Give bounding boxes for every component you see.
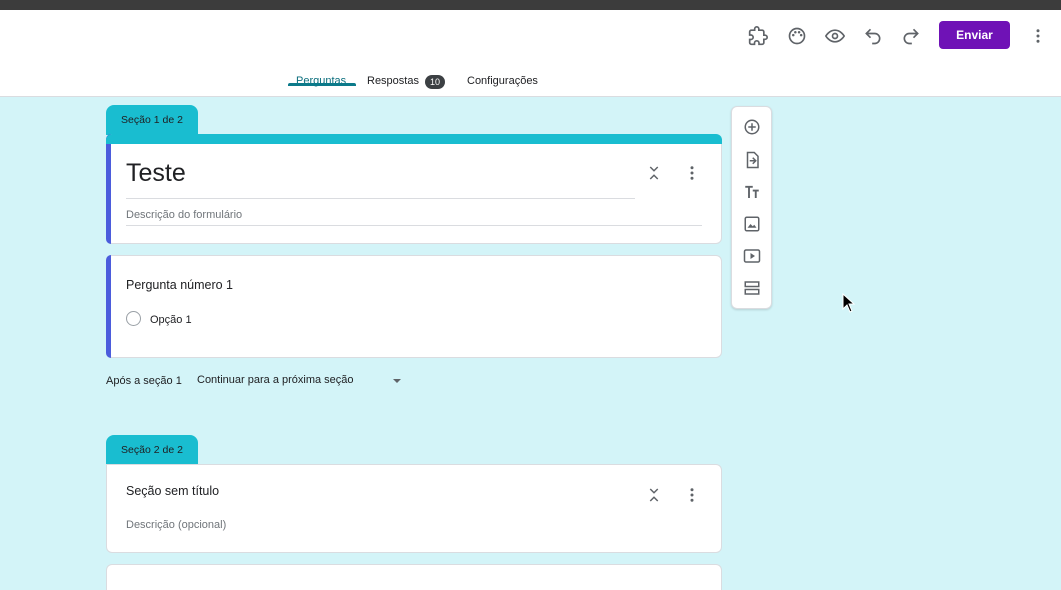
title-card-top-bar [106, 134, 722, 144]
mouse-cursor-icon [842, 293, 856, 313]
section-2-tab: Seção 2 de 2 [106, 435, 198, 465]
section-2-description[interactable]: Descrição (opcional) [126, 519, 226, 531]
import-questions-icon[interactable] [741, 149, 763, 171]
section-2-title[interactable]: Seção sem título [126, 484, 219, 498]
after-section-select[interactable]: Continuar para a próxima seção [197, 374, 405, 390]
question-title[interactable]: Pergunta número 1 [126, 278, 233, 292]
section-1-more-icon[interactable] [681, 162, 703, 184]
after-section-label: Após a seção 1 [106, 375, 182, 387]
next-question-card[interactable] [106, 564, 722, 590]
palette-icon[interactable] [785, 24, 809, 48]
browser-top-strip [0, 0, 1061, 10]
chevron-down-icon [393, 379, 401, 383]
form-description[interactable]: Descrição do formulário [126, 209, 242, 221]
section-2-more-icon[interactable] [681, 484, 703, 506]
section-2-card[interactable] [106, 464, 722, 553]
collapse-section-2-icon[interactable] [643, 484, 665, 506]
radio-option-1[interactable] [126, 311, 141, 326]
undo-icon[interactable] [861, 24, 885, 48]
question-card[interactable] [106, 255, 722, 358]
active-tab-indicator [288, 83, 356, 86]
after-section-value: Continuar para a próxima seção [197, 374, 354, 386]
responses-count-badge: 10 [424, 75, 445, 89]
tab-settings[interactable]: Configurações [467, 70, 538, 97]
addon-icon[interactable] [746, 24, 770, 48]
tab-settings-label: Configurações [467, 75, 538, 87]
form-description-underline [126, 225, 702, 226]
form-title-underline [126, 198, 635, 199]
add-question-icon[interactable] [741, 116, 763, 138]
more-vert-icon[interactable] [1026, 24, 1050, 48]
tab-responses[interactable]: Respostas 10 [367, 70, 445, 97]
send-button[interactable]: Enviar [939, 21, 1010, 49]
add-title-icon[interactable] [741, 181, 763, 203]
tab-responses-label: Respostas [367, 75, 419, 87]
form-title[interactable]: Teste [126, 159, 186, 188]
form-title-card[interactable] [106, 134, 722, 244]
add-section-icon[interactable] [741, 277, 763, 299]
option-1-label[interactable]: Opção 1 [150, 314, 192, 326]
floating-toolbar [731, 106, 772, 309]
section-1-tab: Seção 1 de 2 [106, 105, 198, 135]
redo-icon[interactable] [899, 24, 923, 48]
form-header: Enviar Perguntas Respostas 10 Configuraçõ… [0, 10, 1061, 97]
collapse-section-1-icon[interactable] [643, 162, 665, 184]
preview-icon[interactable] [823, 24, 847, 48]
add-video-icon[interactable] [741, 245, 763, 267]
add-image-icon[interactable] [741, 213, 763, 235]
